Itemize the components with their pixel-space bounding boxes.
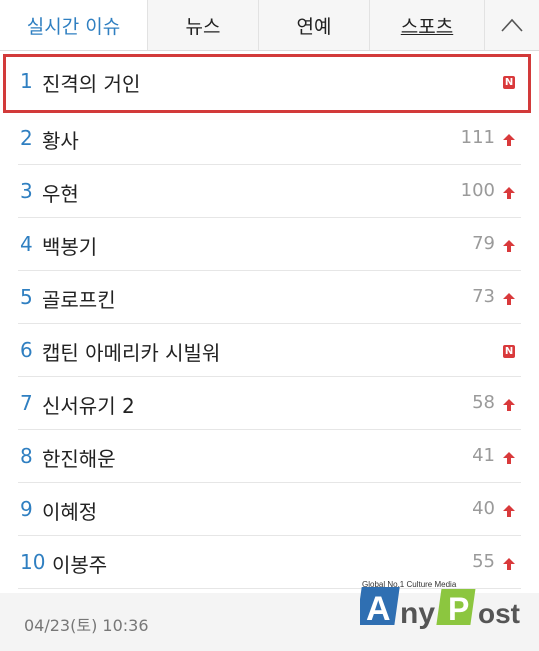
svg-text:A: A [366, 590, 391, 628]
rank-change-count: 41 [472, 445, 495, 466]
rank-number: 6 [20, 338, 33, 362]
arrow-up-icon [503, 134, 515, 146]
arrow-up-icon [503, 452, 515, 464]
rank-change-count: 79 [472, 233, 495, 254]
tab-realtime-issue[interactable]: 실시간 이슈 [0, 0, 147, 50]
keyword-label: 한진해운 [42, 447, 116, 471]
keyword-label: 우현 [42, 182, 79, 206]
tab-entertainment[interactable]: 연예 [258, 0, 369, 50]
list-item[interactable]: 8 한진해운 41 [0, 430, 539, 483]
list-item[interactable]: 10 이봉주 55 [0, 536, 539, 589]
tab-label: 스포츠 [400, 15, 454, 38]
tab-label: 연예 [296, 15, 332, 38]
rank-number: 10 [20, 550, 46, 574]
rank-number: 9 [20, 497, 33, 521]
list-item[interactable]: 7 신서유기 2 58 [0, 377, 539, 430]
rank-change-count: 40 [472, 498, 495, 519]
tab-label: 실시간 이슈 [26, 15, 121, 38]
tab-news[interactable]: 뉴스 [147, 0, 258, 50]
rank-number: 3 [20, 179, 33, 203]
anypost-logo: A ny P ost [360, 587, 520, 630]
keyword-label: 이봉주 [52, 553, 108, 577]
list-item[interactable]: 3 우현 100 [0, 165, 539, 218]
list-item[interactable]: 9 이혜정 40 [0, 483, 539, 536]
list-item[interactable]: 2 황사 111 [0, 112, 539, 165]
arrow-up-icon [503, 505, 515, 517]
tab-label: 뉴스 [185, 15, 221, 38]
rank-change-count: 73 [472, 286, 495, 307]
list-item[interactable]: 5 골로프킨 73 [0, 271, 539, 324]
svg-text:ny: ny [400, 597, 435, 630]
rank-number: 5 [20, 285, 33, 309]
arrow-up-icon [503, 399, 515, 411]
keyword-label: 골로프킨 [42, 288, 116, 312]
rank-number: 7 [20, 391, 33, 415]
rank-number: 4 [20, 232, 33, 256]
rank-change-count: 58 [472, 392, 495, 413]
keyword-label: 백봉기 [42, 235, 98, 259]
svg-text:ost: ost [478, 598, 520, 629]
arrow-up-icon [503, 187, 515, 199]
svg-text:P: P [448, 591, 469, 627]
new-badge: N [503, 345, 515, 358]
rank-number: 8 [20, 444, 33, 468]
tab-bar: 실시간 이슈 뉴스 연예 스포츠 [0, 0, 539, 51]
update-timestamp: 04/23(토) 10:36 [24, 616, 149, 635]
rank-number: 2 [20, 126, 33, 150]
keyword-label: 이혜정 [42, 500, 98, 524]
keyword-label: 황사 [42, 129, 79, 153]
list-item[interactable]: 6 캡틴 아메리카 시빌워 N [0, 324, 539, 377]
arrow-up-icon [503, 293, 515, 305]
rank-change-count: 55 [472, 551, 495, 572]
highlight-box [3, 54, 531, 113]
tab-sports[interactable]: 스포츠 [369, 0, 484, 50]
keyword-label: 캡틴 아메리카 시빌워 [42, 341, 221, 365]
rank-change-count: 100 [460, 180, 495, 201]
rank-change-count: 111 [460, 127, 495, 148]
footer: 04/23(토) 10:36 Global No.1 Culture Media… [0, 580, 539, 651]
keyword-label: 신서유기 2 [42, 394, 135, 418]
list-item[interactable]: 4 백봉기 79 [0, 218, 539, 271]
chevron-up-icon [501, 18, 523, 32]
collapse-toggle-button[interactable] [484, 0, 539, 50]
arrow-up-icon [503, 240, 515, 252]
arrow-up-icon [503, 558, 515, 570]
